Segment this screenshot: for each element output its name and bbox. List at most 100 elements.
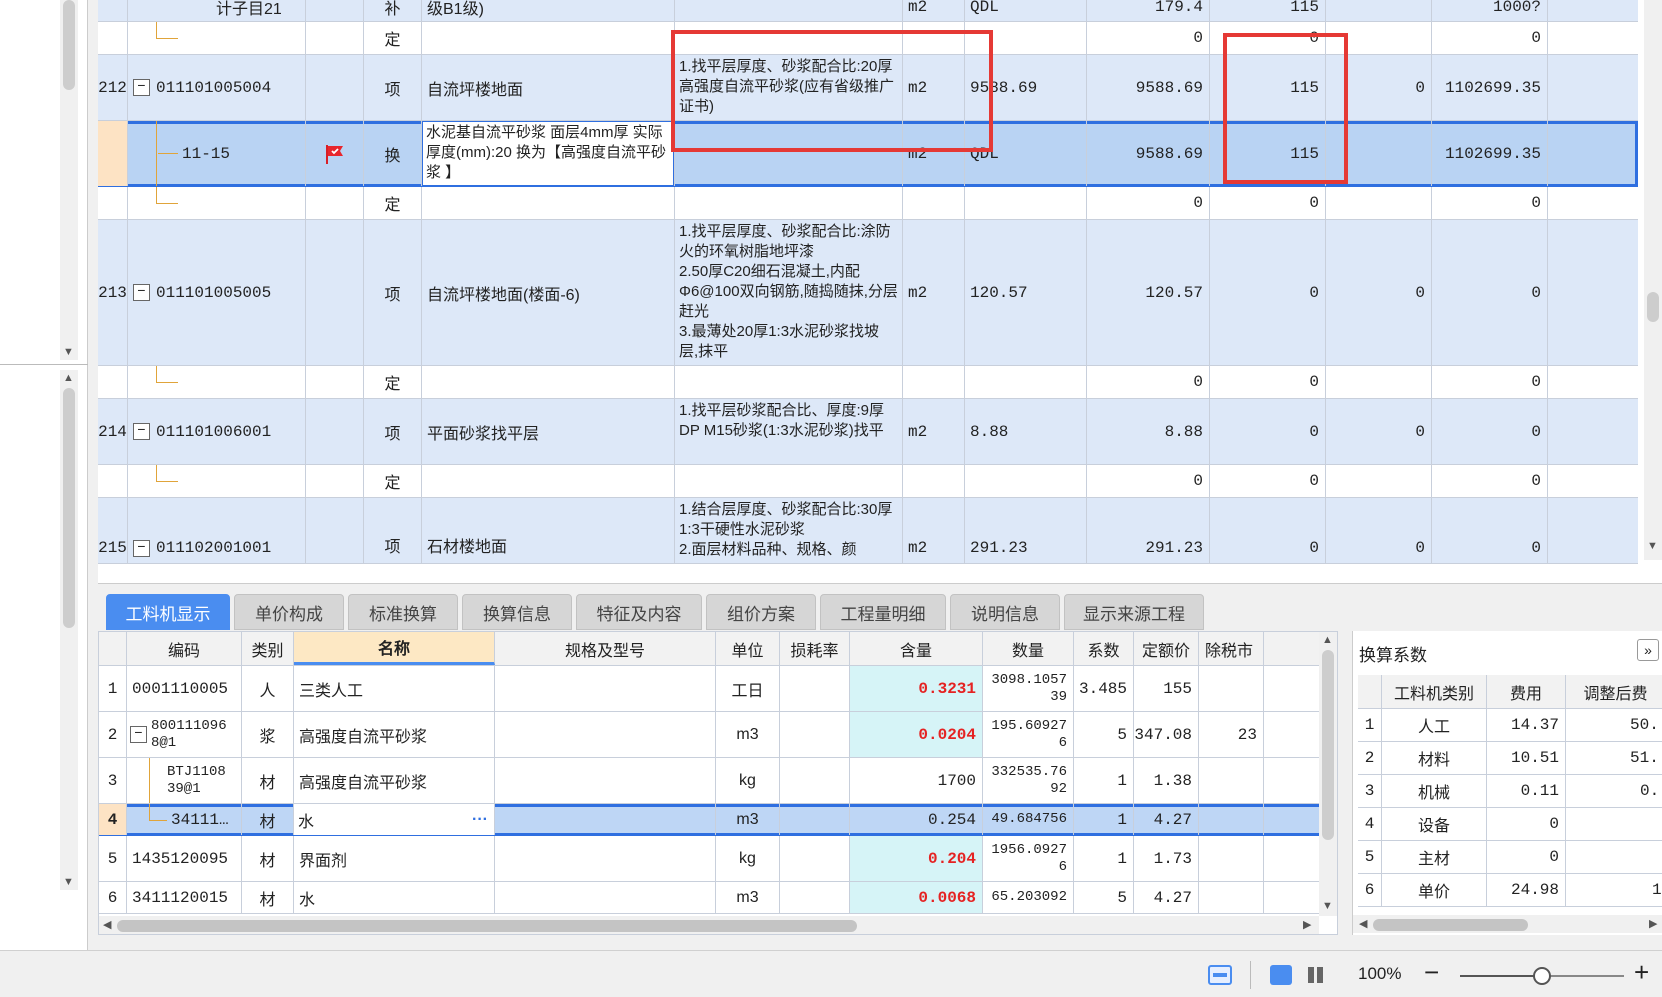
desc-cell[interactable]: 1.找平层厚度、砂浆配合比:涂防火的环氧树脂地坪漆 2.50厚C20细石混凝土,… — [675, 220, 903, 365]
name-cell[interactable]: 高强度自流平砂浆 — [294, 758, 495, 803]
scroll-right-arrow-icon[interactable]: ▶ — [1649, 918, 1657, 930]
table-row[interactable]: 6 单价 24.98 1 — [1358, 874, 1662, 907]
name-editor[interactable]: 水泥基自流平砂浆 面层4mm厚 实际厚度(mm):20 换为【高强度自流平砂浆 … — [422, 121, 674, 186]
column-header[interactable]: 名称 — [294, 632, 495, 665]
left-scrollbar-top[interactable]: ▼ — [60, 0, 78, 360]
desc-cell[interactable]: 1.找平层砂浆配合比、厚度:9厚DP M15砂浆(1:3水泥砂浆)找平 — [675, 399, 903, 464]
coef-panel-hscrollbar[interactable]: ◀ ▶ — [1353, 915, 1662, 933]
table-row[interactable]: 213 − 011101005005 项 自流坪楼地面(楼面-6) 1.找平层厚… — [98, 220, 1638, 366]
zoom-in-button[interactable]: + — [1634, 957, 1649, 988]
table-row[interactable]: 2 材料 10.51 51. — [1358, 742, 1662, 775]
layout-horizontal-icon[interactable] — [1208, 965, 1232, 985]
column-header[interactable]: 数量 — [983, 632, 1074, 665]
tab-notes[interactable]: 说明信息 — [950, 594, 1060, 630]
loss-rate-cell[interactable] — [780, 758, 850, 803]
spec-cell[interactable] — [495, 804, 716, 835]
code-cell[interactable]: 1435120095 — [127, 836, 242, 881]
column-header[interactable]: 调整后费 — [1566, 675, 1662, 708]
collapse-toggle[interactable]: − — [133, 284, 150, 301]
code-cell[interactable]: BTJ1108 39@1 — [127, 758, 242, 803]
adjusted-fee-cell[interactable]: 50. — [1566, 709, 1662, 741]
table-row[interactable]: 1 人工 14.37 50. — [1358, 709, 1662, 742]
spec-cell[interactable] — [495, 758, 716, 803]
content-cell[interactable]: 0.254 — [850, 804, 983, 835]
table-row-selected[interactable]: 11-15 换 水泥基自流平砂浆 面层4mm厚 实际厚度(mm):20 换为【高… — [98, 121, 1638, 187]
name-cell[interactable]: 自流坪楼地面 — [422, 55, 675, 120]
spec-cell[interactable] — [495, 836, 716, 881]
bottom-grid-hscroll-thumb[interactable] — [117, 920, 857, 932]
zoom-out-button[interactable]: − — [1424, 957, 1439, 988]
tab-conversion-info[interactable]: 换算信息 — [462, 594, 572, 630]
spec-cell[interactable] — [495, 882, 716, 913]
scroll-up-arrow-icon[interactable]: ▲ — [63, 372, 74, 384]
table-row-sub[interactable]: 定 0 0 0 — [98, 22, 1638, 55]
bottom-grid-vscroll-thumb[interactable] — [1322, 650, 1334, 840]
panel-divider[interactable] — [0, 364, 88, 365]
scroll-left-arrow-icon[interactable]: ◀ — [1359, 918, 1367, 930]
tab-quantity-details[interactable]: 工程量明细 — [820, 594, 946, 630]
table-row[interactable]: 5 1435120095 材 界面剂 kg 0.204 1956.0927 6 … — [99, 836, 1329, 882]
collapse-toggle[interactable]: − — [133, 79, 150, 96]
expr-cell[interactable]: 120.57 — [965, 220, 1087, 365]
coef-panel-hscroll-thumb[interactable] — [1373, 919, 1528, 931]
table-row[interactable]: 3 BTJ1108 39@1 材 高强度自流平砂浆 kg 1700 332535… — [99, 758, 1329, 804]
top-grid-scroll-thumb[interactable] — [1647, 292, 1659, 322]
left-scroll-thumb-bottom[interactable] — [63, 388, 75, 628]
loss-rate-cell[interactable] — [780, 836, 850, 881]
adjusted-fee-cell[interactable] — [1566, 841, 1662, 873]
left-scrollbar-bottom[interactable]: ▲ ▼ — [60, 370, 78, 890]
layout-columns-icon[interactable] — [1306, 965, 1326, 985]
adjusted-fee-cell[interactable]: 0. — [1566, 775, 1662, 807]
ellipsis-button[interactable]: ··· — [472, 811, 488, 829]
table-row-sub[interactable]: 定 0 0 0 — [98, 366, 1638, 399]
scroll-down-arrow-icon[interactable]: ▼ — [1647, 540, 1658, 552]
bottom-grid-hscrollbar[interactable]: ◀ ▶ — [99, 916, 1319, 934]
table-row[interactable]: 6 3411120015 材 水 m3 0.0068 65.203092 5 4… — [99, 882, 1329, 914]
column-header[interactable]: 除税市 — [1199, 632, 1264, 665]
table-row-partial[interactable]: 计子目21 补 级B1级) m2 QDL 179.4 115 1000? — [98, 0, 1638, 22]
loss-rate-cell[interactable] — [780, 882, 850, 913]
name-cell[interactable]: 水 — [294, 882, 495, 913]
scroll-right-arrow-icon[interactable]: ▶ — [1303, 919, 1311, 931]
table-row[interactable]: 2 − 800111096 8@1 浆 高强度自流平砂浆 m3 0.0204 1… — [99, 712, 1329, 758]
column-header[interactable]: 规格及型号 — [495, 632, 716, 665]
expr-cell[interactable]: QDL — [965, 121, 1087, 186]
name-cell[interactable]: 三类人工 — [294, 666, 495, 711]
left-scroll-thumb-top[interactable] — [63, 0, 75, 90]
desc-cell[interactable]: 1.结合层厚度、砂浆配合比:30厚1:3干硬性水泥砂浆 2.面层材料品种、规格、… — [675, 498, 903, 563]
content-cell[interactable]: 0.204 — [850, 836, 983, 881]
collapse-toggle[interactable]: − — [130, 726, 147, 743]
spec-cell[interactable] — [495, 666, 716, 711]
name-cell[interactable]: 界面剂 — [294, 836, 495, 881]
content-cell[interactable]: 0.0068 — [850, 882, 983, 913]
name-cell[interactable]: 水泥基自流平砂浆 面层4mm厚 实际厚度(mm):20 换为【高强度自流平砂浆 … — [422, 121, 675, 186]
adjusted-fee-cell[interactable]: 1 — [1566, 874, 1662, 906]
name-cell[interactable]: 高强度自流平砂浆 — [294, 712, 495, 757]
table-row[interactable]: 3 机械 0.11 0. — [1358, 775, 1662, 808]
expr-cell[interactable]: 8.88 — [965, 399, 1087, 464]
loss-rate-cell[interactable] — [780, 804, 850, 835]
code-cell[interactable]: 34111… — [127, 804, 242, 835]
tab-features[interactable]: 特征及内容 — [576, 594, 702, 630]
loss-rate-cell[interactable] — [780, 712, 850, 757]
loss-rate-cell[interactable] — [780, 666, 850, 711]
adjusted-fee-cell[interactable] — [1566, 808, 1662, 840]
zoom-slider-thumb[interactable] — [1533, 967, 1551, 985]
table-row[interactable]: 4 设备 0 — [1358, 808, 1662, 841]
scroll-left-arrow-icon[interactable]: ◀ — [103, 919, 111, 931]
table-row[interactable]: 215 − 011102001001 项 石材楼地面 1.结合层厚度、砂浆配合比… — [98, 498, 1638, 564]
table-row[interactable]: 5 主材 0 — [1358, 841, 1662, 874]
collapse-toggle[interactable]: − — [133, 423, 150, 440]
column-header[interactable]: 工料机类别 — [1382, 675, 1487, 708]
column-header[interactable]: 系数 — [1074, 632, 1134, 665]
scroll-down-arrow-icon[interactable]: ▼ — [1322, 900, 1333, 912]
column-header[interactable]: 含量 — [850, 632, 983, 665]
tab-source-project[interactable]: 显示来源工程 — [1064, 594, 1204, 630]
tab-standard-conversion[interactable]: 标准换算 — [348, 594, 458, 630]
collapse-toggle[interactable]: − — [133, 540, 150, 557]
name-editor[interactable]: 水 ··· — [294, 804, 495, 835]
table-row-sub[interactable]: 定 0 0 0 — [98, 465, 1638, 498]
code-cell[interactable]: 3411120015 — [127, 882, 242, 913]
table-row-selected[interactable]: 4 34111… 材 水 ··· m3 0.254 49.684756 1 4.… — [99, 804, 1329, 836]
expr-cell[interactable]: 9588.69 — [965, 55, 1087, 120]
